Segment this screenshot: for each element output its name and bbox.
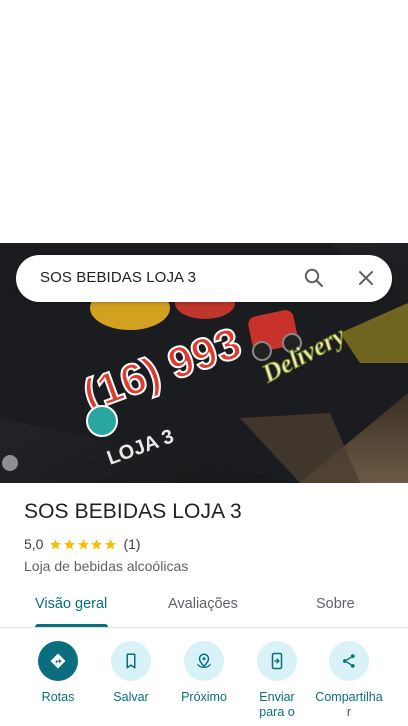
search-bar[interactable]: SOS BEBIDAS LOJA 3: [16, 255, 392, 302]
rating-value: 5,0: [24, 536, 44, 552]
star-icon: [104, 538, 116, 549]
send-to-phone-label: Enviar para o: [259, 690, 295, 719]
star-icon: [91, 538, 103, 549]
close-icon[interactable]: [354, 266, 378, 290]
save-button[interactable]: Salvar: [91, 641, 171, 705]
bookmark-icon: [126, 653, 136, 669]
share-button[interactable]: Compartilha r: [309, 641, 389, 720]
tab-overview[interactable]: Visão geral: [35, 596, 107, 612]
place-category: Loja de bebidas alcoólicas: [24, 558, 189, 574]
map-blank-area: [0, 0, 408, 243]
share-label: Compartilha r: [315, 690, 383, 719]
star-icon: [64, 538, 75, 549]
action-buttons: Rotas Salvar Próximo Enviar para o Compa…: [0, 641, 408, 726]
active-tab-indicator: [35, 624, 108, 627]
star-icon: [77, 538, 89, 549]
rating-row[interactable]: 5,0 (1): [24, 535, 394, 553]
nearby-icon: [197, 653, 211, 669]
directions-label: Rotas: [41, 690, 75, 704]
directions-button[interactable]: Rotas: [18, 641, 98, 705]
place-title: SOS BEBIDAS LOJA 3: [24, 500, 242, 523]
directions-icon: [50, 653, 66, 669]
save-label: Salvar: [113, 690, 149, 704]
tab-about[interactable]: Sobre: [316, 596, 355, 612]
search-icon[interactable]: [302, 266, 326, 290]
send-to-phone-icon: [271, 652, 283, 670]
search-input[interactable]: SOS BEBIDAS LOJA 3: [40, 269, 196, 286]
place-info: SOS BEBIDAS LOJA 3 5,0 (1) Loja de bebid…: [24, 500, 394, 574]
star-icon: [50, 538, 62, 549]
share-icon: [343, 654, 355, 668]
nearby-button[interactable]: Próximo: [164, 641, 244, 705]
tab-reviews[interactable]: Avaliações: [168, 596, 238, 612]
nearby-label: Próximo: [181, 690, 227, 704]
star-rating: [49, 538, 117, 551]
place-tabs: Visão geral Avaliações Sobre: [0, 585, 408, 628]
send-to-phone-button[interactable]: Enviar para o: [237, 641, 317, 720]
review-count[interactable]: (1): [123, 536, 140, 552]
